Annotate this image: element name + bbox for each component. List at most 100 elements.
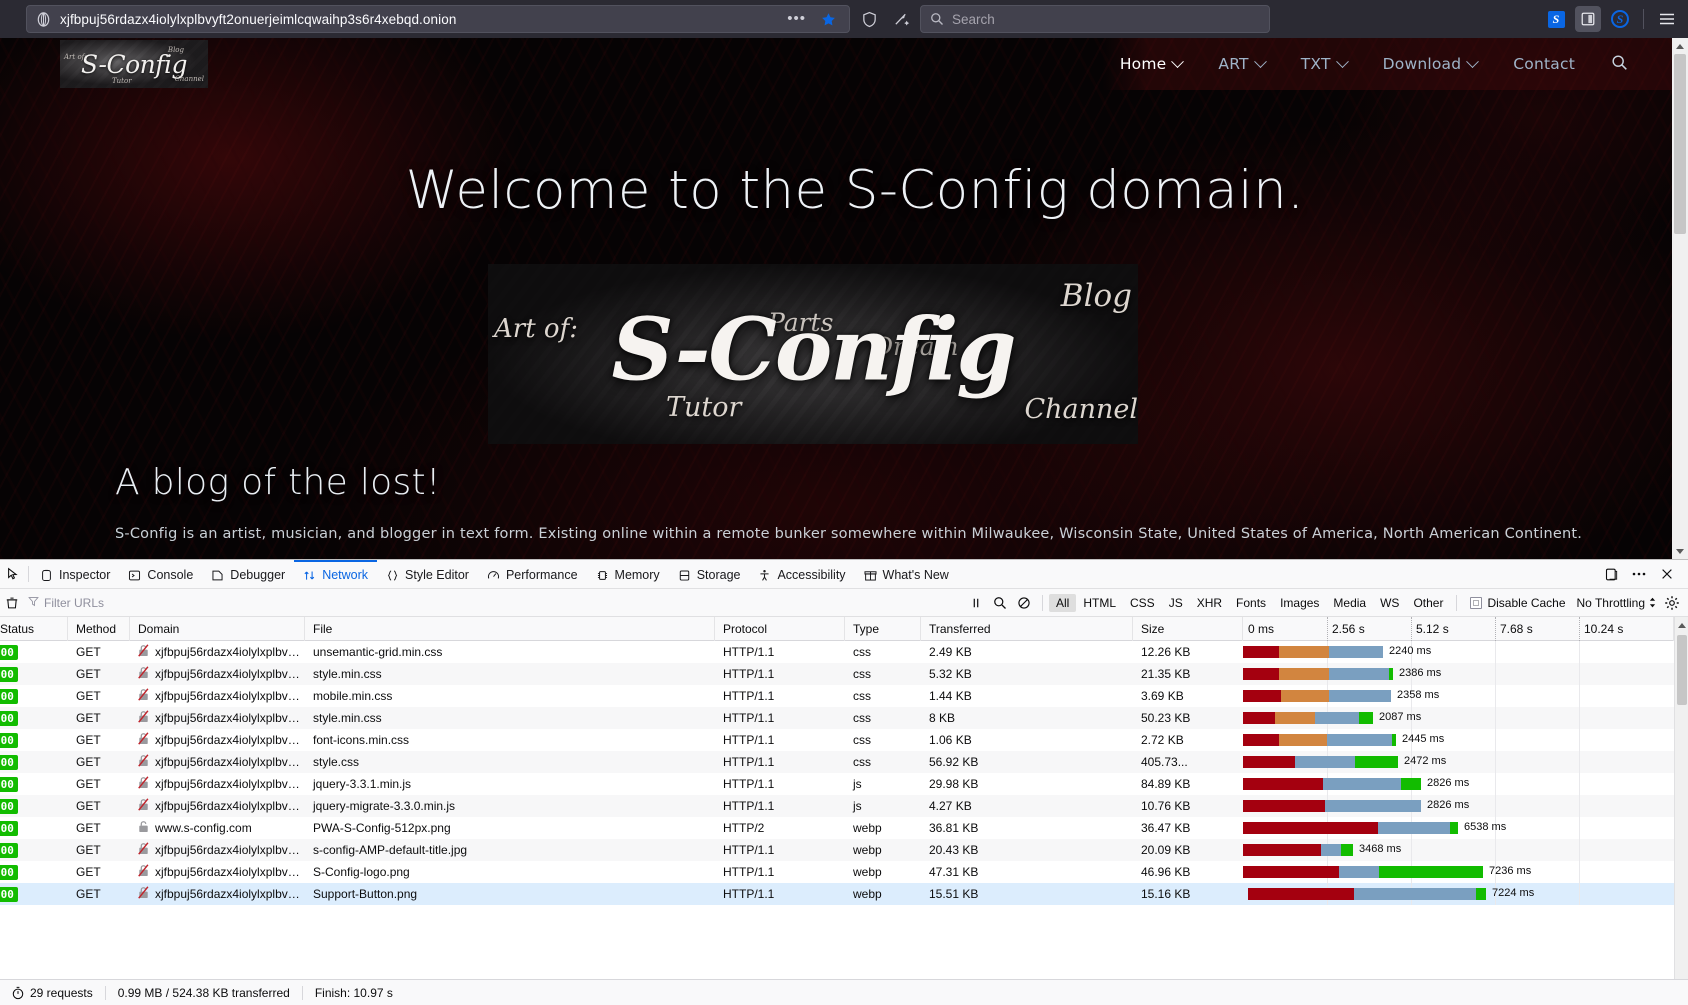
nav-item-home[interactable]: Home	[1102, 38, 1201, 90]
column-header-method[interactable]: Method	[68, 617, 130, 641]
broken-lock-icon	[138, 666, 149, 682]
column-header-size[interactable]: Size	[1133, 617, 1243, 641]
filter-js[interactable]: JS	[1162, 594, 1190, 612]
search-icon[interactable]	[988, 591, 1012, 615]
table-row[interactable]: 200 GET xjfbpuj56rdazx4iolylxplbvyft2...…	[0, 751, 1674, 773]
cell-domain-text: xjfbpuj56rdazx4iolylxplbvyft2...	[155, 711, 305, 725]
cell-protocol: HTTP/1.1	[723, 689, 775, 703]
column-header-file[interactable]: File	[305, 617, 715, 641]
scroll-up-arrow-icon[interactable]	[1672, 38, 1688, 54]
waterfall-duration: 7224 ms	[1492, 887, 1535, 899]
table-row[interactable]: 200 GET xjfbpuj56rdazx4iolylxplbvyft2...…	[0, 663, 1674, 685]
pocket-icon[interactable]	[888, 6, 914, 32]
cell-status: 200	[0, 641, 68, 663]
clear-requests-icon[interactable]	[0, 591, 24, 615]
column-header-type[interactable]: Type	[845, 617, 921, 641]
search-bar[interactable]: Search	[920, 5, 1270, 33]
sidebar-icon[interactable]	[1575, 6, 1601, 32]
waterfall-tick-4: 10.24 s	[1584, 621, 1624, 636]
cell-method: GET	[76, 865, 101, 879]
column-header-protocol[interactable]: Protocol	[715, 617, 845, 641]
throttling-dropdown[interactable]: No Throttling	[1573, 596, 1660, 610]
network-icon	[303, 569, 316, 582]
column-header-domain[interactable]: Domain	[130, 617, 305, 641]
table-row[interactable]: 200 GET xjfbpuj56rdazx4iolylxplbvyft2...…	[0, 861, 1674, 883]
star-icon[interactable]	[815, 6, 841, 32]
extension-button-1[interactable]: S	[1543, 6, 1569, 32]
tab-console[interactable]: Console	[119, 560, 202, 588]
filter-urls-input[interactable]: Filter URLs	[24, 593, 224, 613]
filter-xhr[interactable]: XHR	[1190, 594, 1229, 612]
address-bar[interactable]: xjfbpuj56rdazx4iolylxplbvyft2onuerjeimlc…	[26, 5, 850, 33]
column-header-transferred[interactable]: Transferred	[921, 617, 1133, 641]
cell-protocol: HTTP/1.1	[723, 755, 775, 769]
site-search-button[interactable]	[1593, 38, 1638, 90]
column-header-waterfall[interactable]: 0 ms 2.56 s 5.12 s 7.68 s 10.24 s	[1243, 617, 1674, 641]
nav-item-download[interactable]: Download	[1365, 38, 1496, 90]
scroll-up-arrow-icon[interactable]	[1674, 617, 1688, 633]
cell-transferred: 2.49 KB	[929, 645, 972, 659]
table-row[interactable]: 200 GET www.s-config.com PWA-S-Config-51…	[0, 817, 1674, 839]
table-row[interactable]: 200 GET xjfbpuj56rdazx4iolylxplbvyft2...…	[0, 685, 1674, 707]
inspector-icon	[40, 569, 53, 582]
nav-item-contact[interactable]: Contact	[1495, 38, 1593, 90]
nav-item-art[interactable]: ART	[1200, 38, 1282, 90]
disable-cache-checkbox[interactable]: Disable Cache	[1463, 594, 1572, 612]
tab-accessibility-label: Accessibility	[777, 568, 846, 582]
page-scrollbar[interactable]	[1672, 38, 1688, 559]
broken-lock-icon	[138, 754, 149, 770]
gear-icon[interactable]	[1660, 591, 1684, 615]
extension-button-2[interactable]: S	[1607, 6, 1633, 32]
filter-other[interactable]: Other	[1406, 594, 1450, 612]
cell-transferred: 5.32 KB	[929, 667, 972, 681]
shield-icon[interactable]	[856, 6, 882, 32]
tab-performance[interactable]: Performance	[478, 560, 587, 588]
block-requests-icon[interactable]	[1012, 591, 1036, 615]
table-row[interactable]: 200 GET xjfbpuj56rdazx4iolylxplbvyft2...…	[0, 707, 1674, 729]
filter-fonts[interactable]: Fonts	[1229, 594, 1273, 612]
more-options-icon[interactable]	[1626, 561, 1652, 587]
tab-accessibility[interactable]: Accessibility	[749, 560, 854, 588]
filter-css[interactable]: CSS	[1123, 594, 1162, 612]
page-actions-icon[interactable]: •••	[787, 11, 806, 26]
network-scrollbar-thumb[interactable]	[1676, 635, 1687, 705]
table-row[interactable]: 200 GET xjfbpuj56rdazx4iolylxplbvyft2...…	[0, 795, 1674, 817]
waterfall-duration: 3468 ms	[1359, 843, 1402, 855]
nav-item-txt[interactable]: TXT	[1283, 38, 1365, 90]
tab-style-editor[interactable]: Style Editor	[377, 560, 478, 588]
filter-all[interactable]: All	[1048, 593, 1077, 612]
filter-media[interactable]: Media	[1326, 594, 1373, 612]
status-badge: 200	[0, 886, 18, 902]
dock-toggle-icon[interactable]	[1598, 561, 1624, 587]
table-row[interactable]: 200 GET xjfbpuj56rdazx4iolylxplbvyft2...…	[0, 839, 1674, 861]
cell-type: webp	[853, 821, 882, 835]
page-scrollbar-track[interactable]	[1672, 54, 1688, 543]
table-row[interactable]: 200 GET xjfbpuj56rdazx4iolylxplbvyft2...…	[0, 773, 1674, 795]
site-logo[interactable]: Art of: Blog Channel Tutor S-Config	[60, 40, 208, 88]
table-row[interactable]: 200 GET xjfbpuj56rdazx4iolylxplbvyft2...…	[0, 641, 1674, 663]
page-scrollbar-thumb[interactable]	[1674, 54, 1686, 234]
table-row[interactable]: 200 GET xjfbpuj56rdazx4iolylxplbvyft2...…	[0, 729, 1674, 751]
cell-method: GET	[76, 711, 101, 725]
broken-lock-icon	[138, 732, 149, 748]
filter-ws[interactable]: WS	[1373, 594, 1406, 612]
column-header-status[interactable]: Status	[0, 617, 68, 641]
cell-domain-text: xjfbpuj56rdazx4iolylxplbvyft2...	[155, 777, 305, 791]
tab-inspector[interactable]: Inspector	[31, 560, 119, 588]
tab-storage[interactable]: Storage	[669, 560, 750, 588]
hamburger-menu-icon[interactable]	[1654, 6, 1680, 32]
pause-icon[interactable]	[964, 591, 988, 615]
table-row[interactable]: 200 GET xjfbpuj56rdazx4iolylxplbvyft2...…	[0, 883, 1674, 905]
network-scrollbar[interactable]	[1674, 617, 1688, 979]
filter-html[interactable]: HTML	[1076, 594, 1123, 612]
tab-network[interactable]: Network	[294, 560, 378, 588]
devtools-panel: Inspector Console Debugger Network Style…	[0, 559, 1688, 1005]
tab-debugger[interactable]: Debugger	[202, 560, 294, 588]
filter-images[interactable]: Images	[1273, 594, 1326, 612]
tab-whats-new[interactable]: What's New	[855, 560, 958, 588]
tab-memory[interactable]: Memory	[587, 560, 669, 588]
scroll-down-arrow-icon[interactable]	[1672, 543, 1688, 559]
browser-toolbar: xjfbpuj56rdazx4iolylxplbvyft2onuerjeimlc…	[0, 0, 1688, 38]
close-icon[interactable]	[1654, 561, 1680, 587]
element-picker-icon[interactable]	[0, 560, 26, 588]
